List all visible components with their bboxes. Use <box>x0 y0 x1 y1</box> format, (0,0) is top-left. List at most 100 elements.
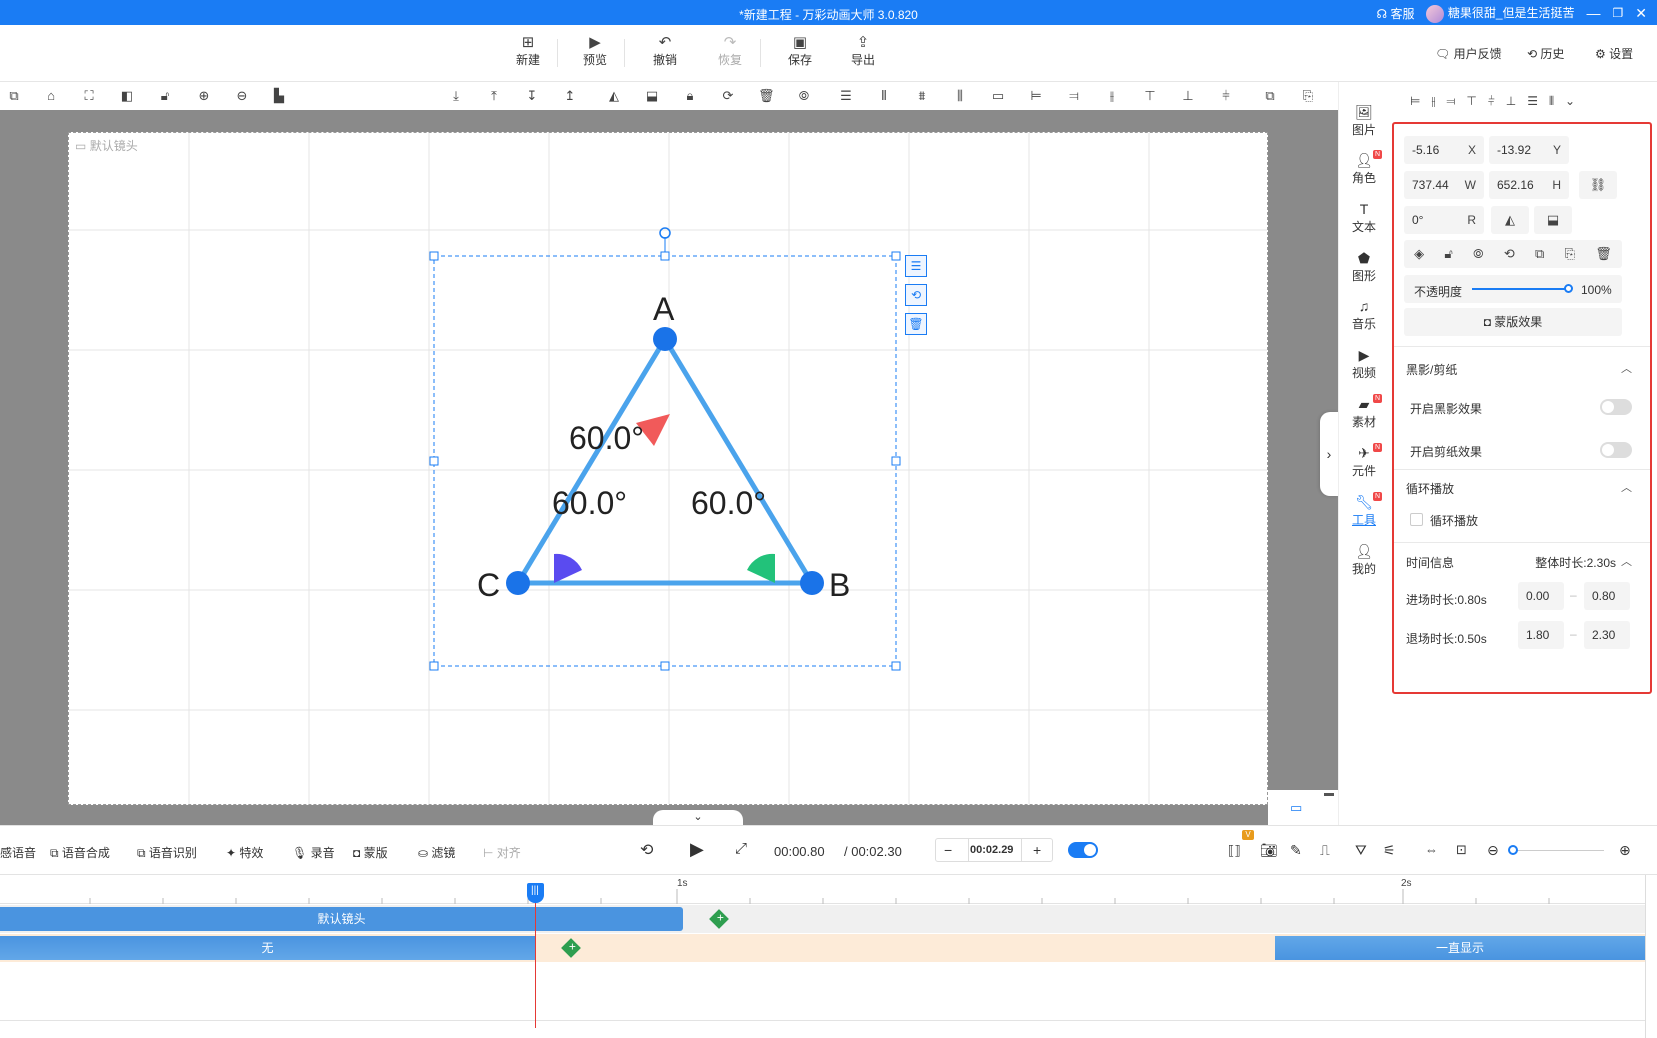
align-bottom-icon[interactable]: ⊥ <box>1180 88 1196 104</box>
paste-icon[interactable]: ⎘ <box>1300 88 1316 104</box>
history-button[interactable]: ⟲ 历史 <box>1527 45 1564 62</box>
snap-toggle[interactable] <box>1068 842 1098 858</box>
move-down-icon[interactable]: ↧ <box>524 88 540 104</box>
fit-screen-icon[interactable]: ⛶ <box>81 88 97 104</box>
tts-tool[interactable]: 感语音 <box>0 844 36 861</box>
adjust-icon[interactable]: ⚟ <box>1383 842 1396 859</box>
sidebar-item-material[interactable]: N ▰ 素材 <box>1339 394 1389 430</box>
distribute-h-icon[interactable]: ☰ <box>1527 94 1538 109</box>
group-icon[interactable]: ⦾ <box>1473 246 1483 262</box>
exit-animation-clip[interactable]: 一直显示 <box>1275 936 1645 960</box>
width-field[interactable]: 737.44 W <box>1404 171 1484 199</box>
add-animation-button[interactable] <box>561 938 581 958</box>
enter-end-input[interactable]: 0.80 <box>1584 582 1630 610</box>
new-button[interactable]: ⊞ 新建 <box>503 33 553 68</box>
rotation-field[interactable]: 0° R <box>1404 206 1484 234</box>
align-left-icon[interactable]: ⊨ <box>1028 88 1044 104</box>
zoom-out-icon[interactable]: ⊖ <box>1487 842 1499 859</box>
move-bottom-icon[interactable]: ⤓ <box>448 88 464 104</box>
x-field[interactable]: -5.16 X <box>1404 136 1484 164</box>
playhead[interactable]: ||| <box>527 883 544 903</box>
copy-icon[interactable]: ⧉ <box>1262 88 1278 104</box>
redo-button[interactable]: ↷ 恢复 <box>705 33 755 68</box>
chevron-down-icon[interactable]: ⌄ <box>1565 94 1575 109</box>
mask-tool[interactable]: ◘ 蒙版 <box>353 844 388 861</box>
add-keyframe-button[interactable] <box>709 909 729 929</box>
flip-horizontal-button[interactable]: ◭ <box>1491 206 1529 234</box>
distribute-h-icon[interactable]: ⫴ <box>876 88 892 104</box>
fit-icon[interactable]: ⟦⟧ <box>1228 843 1241 859</box>
layer-icon[interactable]: ◧ <box>119 88 135 104</box>
stamp-icon[interactable]: ⎍ <box>1320 842 1330 859</box>
save-button[interactable]: ▣ 保存 <box>775 33 825 68</box>
enter-start-input[interactable]: 0.00 <box>1518 582 1564 610</box>
align-vcenter-icon[interactable]: ⫩ <box>1218 88 1234 104</box>
layers-icon[interactable]: ◈ <box>1414 246 1424 262</box>
collapse-timeline-button[interactable]: ⌄ <box>653 810 743 825</box>
sidebar-item-role[interactable]: N 👤︎ 角色 <box>1339 150 1389 186</box>
lock-icon[interactable]: 🔓︎ <box>157 88 173 104</box>
enter-animation-clip[interactable]: 无 <box>0 936 535 960</box>
settings-button[interactable]: ⚙ 设置 <box>1595 45 1633 62</box>
fullscreen-button[interactable]: ⤢ <box>735 840 747 857</box>
canvas[interactable]: ▭ 默认镜头 A C B 60.0° 60.0° 60.0° ☰ ⟲ 🗑︎ <box>68 132 1268 805</box>
sidebar-item-video[interactable]: ▶ 视频 <box>1339 347 1389 381</box>
align-hcenter-icon[interactable]: ⫲ <box>1431 94 1435 109</box>
trash-icon[interactable]: 🗑︎ <box>758 88 775 104</box>
chevron-up-icon[interactable]: ︿ <box>1621 553 1632 569</box>
paste-icon[interactable]: ⎘ <box>1565 246 1575 262</box>
align-right-icon[interactable]: ⫤ <box>1446 94 1455 109</box>
speech-synthesis-tool[interactable]: ⧉ 语音合成 <box>50 844 110 861</box>
effects-tool[interactable]: ✦ 特效 <box>226 844 263 861</box>
zoom-in-icon[interactable]: ⊕ <box>1619 842 1631 859</box>
edit-icon[interactable]: ✎ <box>1290 842 1302 859</box>
record-tool[interactable]: 🎙︎ 录音 <box>292 844 335 861</box>
one-to-one-icon[interactable]: ⊡ <box>1456 842 1467 858</box>
trash-icon[interactable]: 🗑︎ <box>1595 246 1612 262</box>
align-vcenter-icon[interactable]: ⫩ <box>1488 94 1495 109</box>
expand-panel-handle[interactable]: › <box>1320 412 1338 496</box>
format-painter-icon[interactable]: ⧉ <box>6 88 22 104</box>
papercut-toggle[interactable] <box>1600 442 1632 458</box>
align-left-icon[interactable]: ⊨ <box>1410 94 1420 109</box>
flip-horizontal-icon[interactable]: ◭ <box>606 88 622 104</box>
flip-vertical-button[interactable]: ⬓ <box>1534 206 1572 234</box>
move-top-icon[interactable]: ⤒ <box>486 88 502 104</box>
stepper-minus[interactable]: − <box>944 842 952 858</box>
align-hcenter-icon[interactable]: ⫲ <box>1104 88 1120 104</box>
rewind-button[interactable]: ⟲ <box>640 840 653 860</box>
camera-clip[interactable]: 默认镜头 <box>0 907 683 931</box>
lock-object-icon[interactable]: 🔒︎ <box>682 88 698 104</box>
align-tool[interactable]: ⊢ 对齐 <box>483 844 521 861</box>
y-field[interactable]: -13.92 Y <box>1489 136 1569 164</box>
mask-effect-button[interactable]: ◘ 蒙版效果 <box>1404 308 1622 336</box>
align-center-icon[interactable]: ☰ <box>838 88 854 104</box>
loop-checkbox[interactable] <box>1410 513 1423 526</box>
home-icon[interactable]: ⌂ <box>43 88 59 104</box>
feedback-button[interactable]: 🗨 用户反馈 <box>1435 45 1502 62</box>
zoom-out-icon[interactable]: ⊖ <box>234 88 250 104</box>
opacity-slider-knob[interactable] <box>1564 284 1573 293</box>
sidebar-item-component[interactable]: N ✈ 元件 <box>1339 443 1389 479</box>
camera-icon[interactable]: 📷︎ <box>1260 842 1278 859</box>
rotate-icon[interactable]: ⟲ <box>1504 246 1515 262</box>
speech-recognition-tool[interactable]: ⧉ 语音识别 <box>137 844 197 861</box>
align-top-icon[interactable]: ⊤ <box>1466 94 1476 109</box>
sidebar-item-image[interactable]: 🖼︎ 图片 <box>1339 104 1389 138</box>
lock-icon[interactable]: 🔓︎ <box>1444 246 1452 262</box>
sidebar-item-music[interactable]: ♫ 音乐 <box>1339 298 1389 332</box>
minimize-button[interactable]: — <box>1587 5 1601 21</box>
zoom-slider-knob[interactable] <box>1508 845 1518 855</box>
filter-icon[interactable]: ⛛ <box>1355 842 1367 859</box>
close-button[interactable]: ✕ <box>1635 5 1647 22</box>
preview-button[interactable]: ▶ 预览 <box>570 33 620 68</box>
fit-width-icon[interactable]: ⇔ <box>1425 842 1438 857</box>
maximize-canvas-icon[interactable]: ▬ <box>1324 788 1334 799</box>
object-delete-button[interactable]: 🗑︎ <box>905 313 927 335</box>
object-animation-button[interactable]: ☰ <box>905 255 927 277</box>
play-button[interactable]: ▶ <box>690 839 704 860</box>
chevron-up-icon[interactable]: ︿ <box>1621 360 1632 376</box>
filter-tool[interactable]: ⛀ 滤镜 <box>418 844 455 861</box>
rotate-icon[interactable]: ⟳ <box>720 88 736 104</box>
group-icon[interactable]: ⦾ <box>796 88 812 104</box>
